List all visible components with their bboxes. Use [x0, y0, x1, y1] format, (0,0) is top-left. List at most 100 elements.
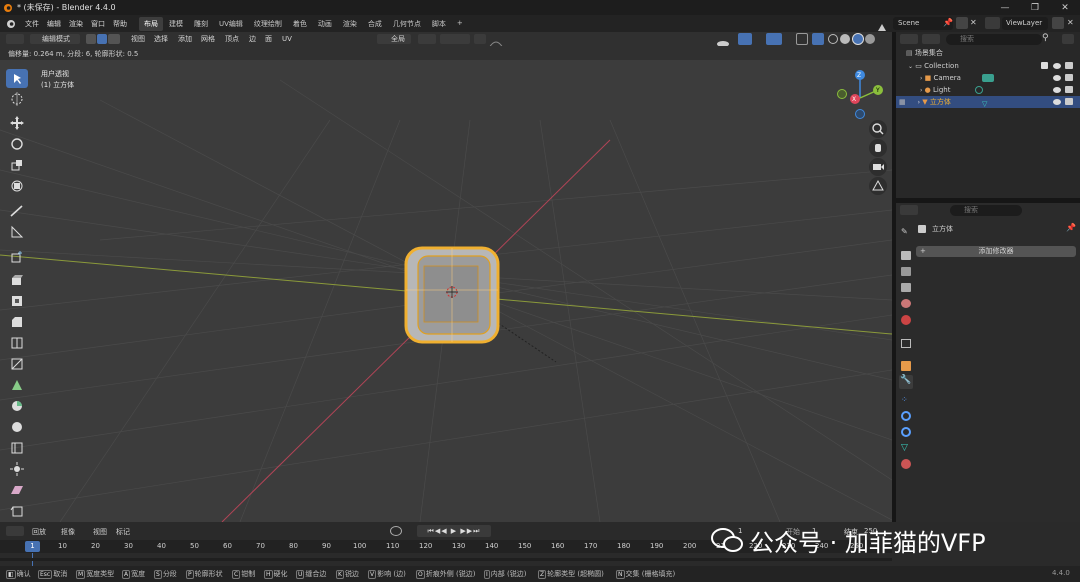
proportional-edit-button[interactable] — [474, 34, 486, 44]
playback-controls[interactable]: ⏮◀◀ ▶ ▶▶⏭ — [417, 525, 491, 537]
world-tab-icon[interactable] — [901, 315, 911, 325]
poly-build-tool-icon[interactable] — [6, 375, 28, 394]
menu-view[interactable]: 视图 — [131, 34, 145, 44]
particles-tab-icon[interactable]: ⁘ — [901, 395, 911, 405]
menu-marker[interactable]: 标记 — [116, 527, 130, 537]
inset-tool-icon[interactable] — [6, 291, 28, 310]
menu-keying[interactable]: 抠像 — [61, 527, 75, 537]
collection-visibility-icon[interactable] — [1053, 63, 1061, 69]
extrude-tool-icon[interactable] — [6, 270, 28, 289]
tab-modeling[interactable]: 建模 — [164, 17, 188, 31]
view-layer-icon[interactable] — [985, 17, 1000, 29]
light-visibility-icon[interactable] — [1053, 87, 1061, 93]
menu-mesh[interactable]: 网格 — [201, 34, 215, 44]
menu-vertex[interactable]: 顶点 — [225, 34, 239, 44]
camera-expand-icon[interactable]: › — [920, 75, 922, 82]
properties-search-input[interactable]: 搜索 — [950, 205, 1022, 216]
outliner-row-light[interactable]: › ● Light — [896, 84, 1080, 96]
properties-pin-icon[interactable]: 📌 — [1066, 223, 1076, 232]
outliner-row-cube[interactable]: ▦ › ▼ 立方体 ▽ — [896, 96, 1080, 108]
rip-tool-icon[interactable] — [6, 501, 28, 520]
tab-layout[interactable]: 布局 — [139, 16, 163, 31]
filter-icon[interactable]: ⚲ — [1042, 33, 1049, 43]
menu-playback[interactable]: 回放 — [32, 527, 46, 537]
tab-compositing[interactable]: 合成 — [363, 17, 387, 31]
edge-slide-tool-icon[interactable] — [6, 438, 28, 457]
menu-window[interactable]: 窗口 — [91, 19, 105, 29]
cube-render-icon[interactable] — [1065, 98, 1073, 105]
mode-selector[interactable]: 编辑模式 — [30, 34, 80, 44]
scale-tool-icon[interactable] — [6, 155, 28, 174]
cube-mesh-data-icon[interactable]: ▽ — [982, 98, 987, 110]
add-cube-tool-icon[interactable] — [6, 247, 28, 266]
outliner-row-scene-collection[interactable]: ▤ 场景集合 — [896, 47, 1080, 59]
tab-shading[interactable]: 着色 — [288, 17, 312, 31]
shading-wireframe-icon[interactable] — [828, 34, 838, 44]
pan-hand-icon[interactable] — [869, 139, 887, 157]
new-view-layer-button[interactable] — [1052, 17, 1064, 29]
mesh-edit-overlay-icon[interactable] — [812, 33, 824, 45]
close-button[interactable]: ✕ — [1050, 0, 1080, 15]
menu-edit[interactable]: 编辑 — [47, 19, 61, 29]
light-expand-icon[interactable]: › — [920, 87, 922, 94]
visibility-icon[interactable] — [716, 34, 736, 47]
tool-tab-icon[interactable]: ✎ — [901, 227, 911, 237]
view-layer-selector[interactable]: ViewLayer — [1002, 17, 1048, 30]
menu-edge[interactable]: 边 — [249, 34, 256, 44]
timeline-scrollbar[interactable] — [0, 558, 892, 561]
maximize-button[interactable]: ❐ — [1020, 0, 1050, 15]
measure-tool-icon[interactable] — [6, 222, 28, 241]
shrink-fatten-tool-icon[interactable] — [6, 459, 28, 478]
constraints-tab-icon[interactable] — [901, 427, 911, 437]
loop-cut-tool-icon[interactable] — [6, 333, 28, 352]
view-layer-tab-icon[interactable] — [901, 283, 911, 292]
tab-scripting[interactable]: 脚本 — [427, 17, 451, 31]
editor-type-button[interactable] — [6, 34, 24, 44]
add-workspace-button[interactable]: + — [452, 17, 468, 31]
new-scene-button[interactable] — [956, 17, 968, 29]
shading-material-icon[interactable] — [852, 33, 864, 45]
xray-toggle-icon[interactable] — [796, 33, 808, 45]
face-select-button[interactable] — [108, 34, 120, 44]
edge-select-button[interactable] — [97, 34, 107, 44]
menu-timeline-view[interactable]: 视图 — [93, 527, 107, 537]
outliner-row-camera[interactable]: › ■ Camera — [896, 72, 1080, 84]
shading-rendered-icon[interactable] — [865, 34, 875, 44]
transform-orientation-selector[interactable]: 全局 — [377, 34, 411, 44]
annotate-tool-icon[interactable] — [6, 201, 28, 220]
scene-icon[interactable] — [876, 18, 888, 31]
collection-render-icon[interactable] — [1065, 62, 1073, 69]
camera-render-icon[interactable] — [1065, 74, 1073, 81]
remove-view-layer-icon[interactable]: ✕ — [1067, 18, 1074, 27]
outliner-search-input[interactable]: 搜索 — [946, 34, 1042, 45]
3d-viewport[interactable]: 用户透视 (1) 立方体 Z Y X — [0, 60, 892, 522]
timeline-editor-type-button[interactable] — [6, 526, 24, 536]
knife-tool-icon[interactable] — [6, 354, 28, 373]
menu-help[interactable]: 帮助 — [113, 19, 127, 29]
outliner-editor-type-button[interactable] — [900, 34, 918, 44]
playhead[interactable]: 1 — [25, 541, 40, 552]
shear-tool-icon[interactable] — [6, 480, 28, 499]
tab-sculpting[interactable]: 雕刻 — [189, 17, 213, 31]
menu-select[interactable]: 选择 — [154, 34, 168, 44]
object-tab-icon[interactable] — [901, 361, 911, 371]
cube-expand-icon[interactable]: › — [918, 99, 920, 106]
render-tab-icon[interactable] — [901, 251, 911, 260]
camera-data-icon[interactable] — [982, 74, 994, 82]
physics-tab-icon[interactable] — [901, 411, 911, 421]
tab-uv-editing[interactable]: UV编辑 — [214, 17, 248, 31]
tab-geometry-nodes[interactable]: 几何节点 — [388, 17, 426, 31]
menu-uv[interactable]: UV — [282, 34, 292, 44]
move-tool-icon[interactable] — [6, 113, 28, 132]
vertex-select-button[interactable] — [86, 34, 96, 44]
pin-icon[interactable]: 📌 — [943, 18, 953, 27]
spin-tool-icon[interactable] — [6, 396, 28, 415]
output-tab-icon[interactable] — [901, 267, 911, 276]
tab-animation[interactable]: 动画 — [313, 17, 337, 31]
camera-view-icon[interactable] — [869, 158, 887, 176]
menu-file[interactable]: 文件 — [25, 19, 39, 29]
cube-object[interactable] — [396, 240, 516, 360]
menu-face[interactable]: 面 — [265, 34, 272, 44]
light-render-icon[interactable] — [1065, 86, 1073, 93]
cube-visibility-icon[interactable] — [1053, 99, 1061, 105]
